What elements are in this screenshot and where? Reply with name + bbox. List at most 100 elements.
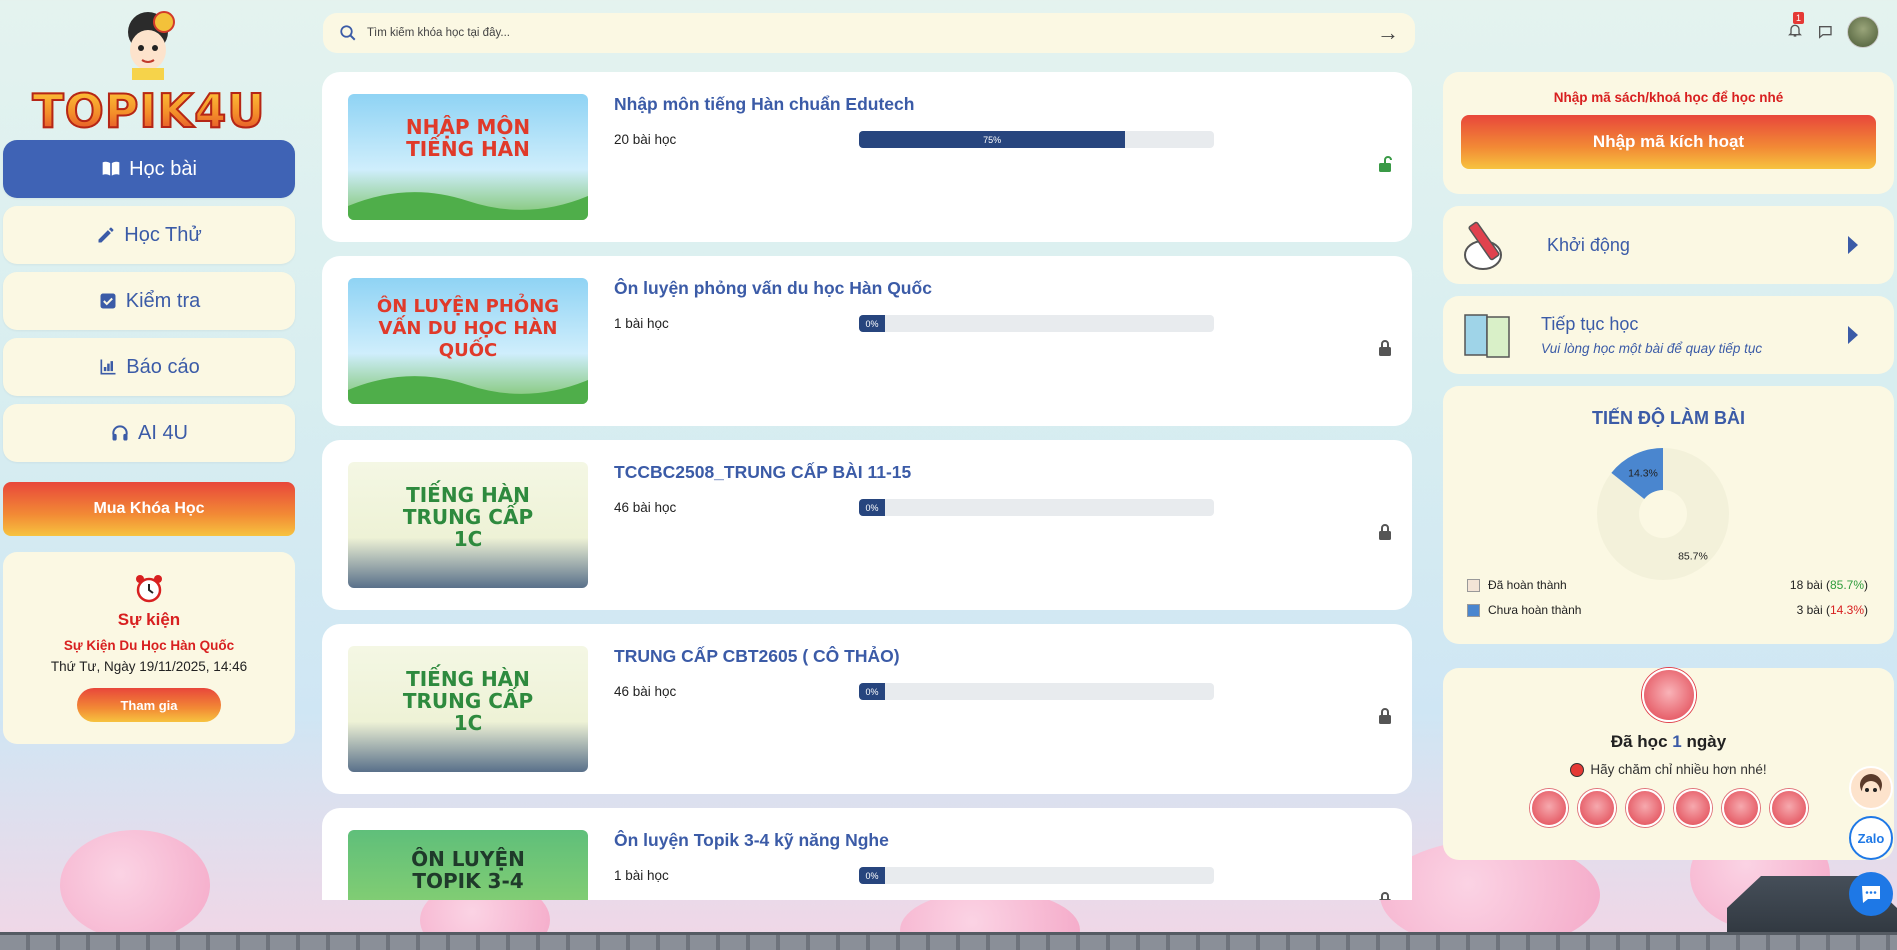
continue-subtitle: Vui lòng học một bài để quay tiếp tục — [1541, 341, 1763, 356]
progress-bar: 75% — [859, 131, 1214, 148]
headphones-icon — [112, 425, 128, 441]
progress-title: TIẾN ĐỘ LÀM BÀI — [1592, 408, 1745, 428]
day-badge — [1577, 789, 1616, 827]
course-thumbnail: ÔN LUYỆN PHỎNG VẤN DU HỌC HÀN QUỐC — [348, 278, 588, 404]
day-badge — [1625, 789, 1664, 827]
sidebar-item-hoc-thu[interactable]: Học Thử — [3, 206, 295, 264]
progress-bar: 0% — [859, 315, 1214, 332]
lesson-count: 46 bài học — [614, 684, 677, 699]
event-card: Sự kiện Sự Kiện Du Học Hàn Quốc Thứ Tư, … — [3, 552, 295, 744]
brand-logo[interactable]: TOPIK4U — [3, 0, 295, 140]
progress-bar: 0% — [859, 867, 1214, 884]
join-event-button[interactable]: Tham gia — [77, 688, 221, 722]
sidebar-item-kiem-tra[interactable]: Kiểm tra — [3, 272, 295, 330]
activate-code-button[interactable]: Nhập mã kích hoạt — [1461, 115, 1876, 169]
course-title[interactable]: Ôn luyện phỏng vấn du học Hàn Quốc — [614, 278, 932, 299]
course-card[interactable]: ÔN LUYỆN TOPIK 3-4 Ôn luyện Topik 3-4 kỹ… — [322, 808, 1412, 900]
lesson-count: 1 bài học — [614, 316, 669, 331]
activation-card: Nhập mã sách/khoá học để học nhé Nhập mã… — [1443, 72, 1894, 194]
course-title[interactable]: Nhập môn tiếng Hàn chuẩn Edutech — [614, 94, 914, 115]
play-icon[interactable] — [1848, 326, 1858, 344]
progress-donut-chart: 14.3% 85.7% — [1597, 448, 1729, 580]
unlock-icon — [1379, 156, 1392, 172]
arrow-right-icon[interactable]: → — [1377, 20, 1399, 46]
legend-value: 18 bài (85.7%) — [1789, 578, 1868, 592]
bell-icon — [1788, 24, 1802, 37]
continue-learning-card[interactable]: Tiếp tục học Vui lòng học một bài để qua… — [1443, 296, 1894, 374]
event-date: Thứ Tư, Ngày 19/11/2025, 14:46 — [50, 659, 248, 674]
legend-completed: Đã hoàn thành 18 bài (85.7%) — [1467, 578, 1868, 592]
sidebar-item-ai-4u[interactable]: AI 4U — [3, 404, 295, 462]
zalo-button[interactable]: Zalo — [1849, 816, 1893, 860]
day-badge — [1673, 789, 1712, 827]
lesson-count: 1 bài học — [614, 868, 669, 883]
course-thumbnail: TIẾNG HÀN TRUNG CẤP 1C — [348, 462, 588, 588]
event-name: Sự Kiện Du Học Hàn Quốc — [63, 638, 235, 653]
avatar[interactable] — [1847, 16, 1879, 48]
buy-course-button[interactable]: Mua Khóa Học — [3, 482, 295, 536]
legend-label: Chưa hoàn thành — [1488, 603, 1582, 617]
legend-swatch — [1467, 578, 1480, 592]
mascot-icon — [128, 11, 175, 80]
course-title[interactable]: TRUNG CẤP CBT2605 ( CÔ THẢO) — [614, 646, 900, 667]
sidebar-item-hoc-bai[interactable]: Học bài — [3, 140, 295, 198]
notifications-button[interactable]: 1 — [1787, 11, 1804, 43]
support-chat-button[interactable] — [1849, 872, 1893, 916]
stone-wall — [0, 932, 1897, 950]
streak-hint: Hãy chăm chỉ nhiều hơn nhé! — [1443, 762, 1894, 777]
streak-avatar — [1641, 668, 1696, 722]
logo-text: TOPIK4U — [31, 83, 266, 139]
course-thumbnail: NHẬP MÔN TIẾNG HÀN — [348, 94, 588, 220]
search-input[interactable] — [367, 27, 1377, 39]
progress-fill: 0% — [859, 683, 885, 700]
sidebar-item-label: Học Thử — [124, 223, 202, 246]
chat-icon[interactable] — [1817, 24, 1833, 40]
course-title[interactable]: Ôn luyện Topik 3-4 kỹ năng Nghe — [614, 830, 889, 851]
sidebar-item-bao-cao[interactable]: Báo cáo — [3, 338, 295, 396]
mascot-icon — [1860, 774, 1882, 801]
day-badge — [1769, 789, 1808, 827]
streak-card: Đã học 1 ngày Hãy chăm chỉ nhiều hơn nhé… — [1443, 668, 1894, 860]
sidebar: TOPIK4U Học bài Học Thử Kiểm tra Báo cáo… — [3, 0, 295, 744]
mascot-chat-button[interactable] — [1849, 766, 1893, 810]
legend-incomplete: Chưa hoàn thành 3 bài (14.3%) — [1467, 603, 1868, 617]
sidebar-item-label: Kiểm tra — [125, 289, 201, 312]
sidebar-item-label: Báo cáo — [126, 355, 200, 378]
play-icon[interactable] — [1848, 236, 1858, 254]
warmup-title: Khởi động — [1547, 234, 1630, 255]
progress-bar: 0% — [859, 499, 1214, 516]
sidebar-item-label: Học bài — [129, 157, 197, 180]
continue-title: Tiếp tục học — [1541, 314, 1639, 334]
course-list: NHẬP MÔN TIẾNG HÀN Nhập môn tiếng Hàn ch… — [322, 72, 1412, 900]
lock-icon — [1379, 524, 1391, 540]
course-title[interactable]: TCCBC2508_TRUNG CẤP BÀI 11-15 — [614, 462, 911, 483]
alarm-clock-icon — [136, 575, 162, 603]
course-card[interactable]: TIẾNG HÀN TRUNG CẤP 1C TCCBC2508_TRUNG C… — [322, 440, 1412, 610]
course-thumbnail: ÔN LUYỆN TOPIK 3-4 — [348, 830, 588, 900]
course-card[interactable]: ÔN LUYỆN PHỎNG VẤN DU HỌC HÀN QUỐC Ôn lu… — [322, 256, 1412, 426]
sidebar-item-label: AI 4U — [137, 421, 189, 444]
thumbnail-title: TIẾNG HÀN TRUNG CẤP 1C — [402, 667, 534, 735]
chat-bubble-icon — [1862, 886, 1880, 903]
legend-swatch — [1467, 603, 1480, 617]
course-card[interactable]: TIẾNG HÀN TRUNG CẤP 1C TRUNG CẤP CBT2605… — [322, 624, 1412, 794]
topbar-actions: 1 — [1787, 11, 1879, 48]
event-title: Sự kiện — [117, 610, 181, 629]
pie-label-completed: 85.7% — [1678, 550, 1708, 562]
progress-fill: 75% — [859, 131, 1126, 148]
day-badge — [1721, 789, 1760, 827]
checkbox-icon — [100, 293, 116, 309]
progress-fill: 0% — [859, 315, 885, 332]
course-card[interactable]: NHẬP MÔN TIẾNG HÀN Nhập môn tiếng Hàn ch… — [322, 72, 1412, 242]
notification-badge: 1 — [1793, 11, 1804, 24]
right-panel: Nhập mã sách/khoá học để học nhé Nhập mã… — [1443, 72, 1894, 860]
legend-value: 3 bài (14.3%) — [1796, 603, 1868, 617]
pencil-icon — [98, 227, 114, 243]
progress-card: TIẾN ĐỘ LÀM BÀI 14.3% 85.7% Đã hoàn thàn… — [1443, 386, 1894, 644]
thumbnail-title: TIẾNG HÀN TRUNG CẤP 1C — [402, 483, 534, 551]
warmup-card[interactable]: Khởi động — [1443, 206, 1894, 284]
open-book-icon — [1464, 314, 1510, 358]
pie-label-incomplete: 14.3% — [1628, 468, 1658, 480]
streak-days — [1443, 789, 1894, 827]
lesson-count: 46 bài học — [614, 500, 677, 515]
